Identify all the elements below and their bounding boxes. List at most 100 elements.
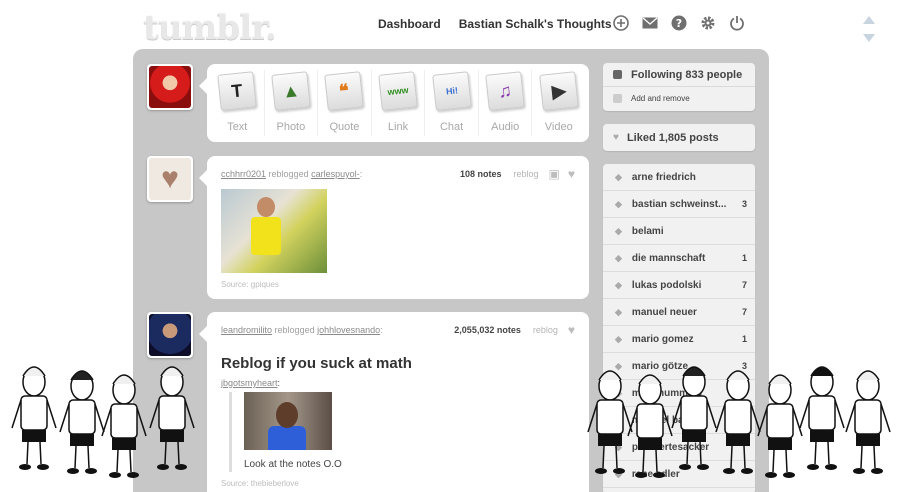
- tracked-tags-list: ◆ arne friedrich ◆ bastian schweinst... 3 ◆ be…: [603, 164, 755, 492]
- gear-icon[interactable]: [699, 14, 717, 32]
- liked-posts-link[interactable]: ♥ Liked 1,805 posts: [603, 124, 755, 151]
- tracked-tag-item[interactable]: ◆ mario gomez 1: [603, 326, 755, 353]
- reblog-source-link[interactable]: johhlovesnando: [317, 325, 380, 335]
- scroll-arrows: [863, 16, 875, 52]
- tracked-tag-item[interactable]: ◆ arne friedrich: [603, 164, 755, 191]
- post2-avatar[interactable]: [147, 312, 193, 358]
- post-author-link[interactable]: leandromilito: [221, 325, 272, 335]
- tag-count: 1: [741, 334, 747, 344]
- add-remove-label: Add and remove: [631, 94, 690, 103]
- following-label: Following 833 people: [631, 68, 743, 81]
- post-type-video[interactable]: ▶ Video: [532, 70, 585, 136]
- cartoon-player: [11, 366, 57, 470]
- help-icon[interactable]: ?: [670, 14, 688, 32]
- mail-icon[interactable]: [641, 14, 659, 32]
- like-heart-icon[interactable]: ♥: [568, 323, 575, 337]
- tumblr-logo[interactable]: tumblr.: [143, 8, 277, 48]
- tag-icon: ◆: [615, 171, 622, 182]
- tag-name: mats hummels: [631, 387, 702, 399]
- cartoon-player: [845, 370, 891, 474]
- heart-icon: ♥: [613, 132, 619, 143]
- quote-post-icon: ❝: [324, 71, 365, 111]
- reblogged-label: reblogged: [268, 169, 309, 179]
- reblogged-label: reblogged: [274, 325, 315, 335]
- post-type-quote[interactable]: ❝ Quote: [318, 70, 372, 136]
- notes-count[interactable]: 2,055,032 notes: [454, 325, 521, 335]
- reblog-source-link[interactable]: carlespuyol-: [311, 169, 360, 179]
- top-icons: ?: [612, 14, 757, 32]
- tag-name: manuel neuer: [631, 306, 697, 318]
- tracked-tag-item[interactable]: ◆ die mannschaft 1: [603, 245, 755, 272]
- tag-name: per mertesacker: [631, 441, 710, 453]
- tag-icon: ◆: [615, 333, 622, 344]
- tag-name: mario götze: [631, 360, 689, 372]
- following-link[interactable]: Following 833 people: [603, 63, 755, 87]
- tag-count: 7: [741, 307, 747, 317]
- post-type-label: Video: [544, 121, 573, 133]
- tag-name: die mannschaft: [631, 252, 706, 264]
- tracked-tag-item[interactable]: ◆ mario götze 3: [603, 353, 755, 380]
- cartoon-player: [59, 370, 105, 474]
- user-avatar[interactable]: [147, 64, 193, 110]
- post-card: cchhrr0201 reblogged carlespuyol-: 108 n…: [199, 156, 589, 299]
- post-header: cchhrr0201 reblogged carlespuyol-: 108 n…: [221, 167, 575, 181]
- post-type-label: Text: [227, 121, 248, 133]
- nav-blog-title[interactable]: Bastian Schalk's Thoughts: [459, 17, 612, 31]
- chat-post-icon: Hi!: [431, 71, 472, 111]
- liked-label: Liked 1,805 posts: [626, 131, 719, 144]
- plus-circle-icon[interactable]: [612, 14, 630, 32]
- top-nav: Dashboard Bastian Schalk's Thoughts: [378, 17, 630, 31]
- post-type-label: Chat: [439, 121, 464, 133]
- post-type-photo[interactable]: ▲ Photo: [265, 70, 319, 136]
- tracked-tag-item[interactable]: ◆ lukas podolski 7: [603, 272, 755, 299]
- tag-name: bastian schweinst...: [631, 198, 727, 210]
- tracked-tag-item[interactable]: ◆ belami: [603, 218, 755, 245]
- reblog-button[interactable]: reblog: [514, 169, 539, 179]
- tracked-tag-item[interactable]: ◆ michael ballack: [603, 407, 755, 434]
- post-type-label: Quote: [329, 121, 360, 133]
- scroll-up-icon[interactable]: [863, 16, 875, 24]
- post-type-audio[interactable]: ♫ Audio: [479, 70, 533, 136]
- post1-avatar[interactable]: ♥: [147, 156, 193, 202]
- post-source[interactable]: Source: thebieberlove: [221, 479, 299, 488]
- post-type-chat[interactable]: Hi! Chat: [425, 70, 479, 136]
- post-photo[interactable]: [221, 189, 327, 273]
- tracked-tag-item[interactable]: ◆ per mertesacker: [603, 434, 755, 461]
- cartoon-player: [799, 366, 845, 470]
- person-icon: [613, 70, 622, 79]
- tag-icon: ◆: [615, 468, 622, 479]
- post-title: Reblog if you suck at math: [221, 355, 412, 372]
- post-header: leandromilito reblogged johhlovesnando: …: [221, 323, 575, 337]
- camera-icon: ▣: [548, 167, 560, 181]
- nav-dashboard[interactable]: Dashboard: [378, 17, 441, 31]
- scroll-down-icon[interactable]: [863, 34, 875, 42]
- quoted-user-link[interactable]: jbgotsmyheart: [221, 378, 278, 388]
- post-type-link[interactable]: www Link: [372, 70, 426, 136]
- tag-icon: ◆: [615, 306, 622, 317]
- post-type-label: Link: [387, 121, 409, 133]
- tracked-tag-item[interactable]: ◆ mats hummels: [603, 380, 755, 407]
- tag-name: lukas podolski: [631, 279, 702, 291]
- audio-post-icon: ♫: [485, 71, 525, 111]
- post-type-label: Audio: [491, 121, 520, 133]
- tag-icon: ◆: [615, 360, 622, 371]
- tracked-tag-item[interactable]: ◆ bastian schweinst... 3: [603, 191, 755, 218]
- tag-icon: ◆: [615, 225, 622, 236]
- post-type-bar: T Text ▲ Photo ❝ Quote www Link Hi! Chat ♫ Audio ▶ Vi…: [199, 64, 589, 142]
- post-author-link[interactable]: cchhrr0201: [221, 169, 266, 179]
- svg-text:?: ?: [676, 17, 682, 30]
- power-icon[interactable]: [728, 14, 746, 32]
- tag-icon: ◆: [615, 441, 622, 452]
- add-remove-link[interactable]: Add and remove: [603, 87, 755, 110]
- reblog-button[interactable]: reblog: [533, 325, 558, 335]
- post-type-text[interactable]: T Text: [211, 70, 265, 136]
- tag-count: 3: [741, 199, 747, 209]
- post-source[interactable]: Source: gpiques: [221, 280, 279, 289]
- tag-count: 7: [741, 280, 747, 290]
- tag-icon: ◆: [615, 414, 622, 425]
- quoted-photo[interactable]: [244, 392, 332, 450]
- notes-count[interactable]: 108 notes: [460, 169, 502, 179]
- like-heart-icon[interactable]: ♥: [568, 167, 575, 181]
- tracked-tag-item[interactable]: ◆ manuel neuer 7: [603, 299, 755, 326]
- tracked-tag-item[interactable]: ◆ rene adler: [603, 461, 755, 488]
